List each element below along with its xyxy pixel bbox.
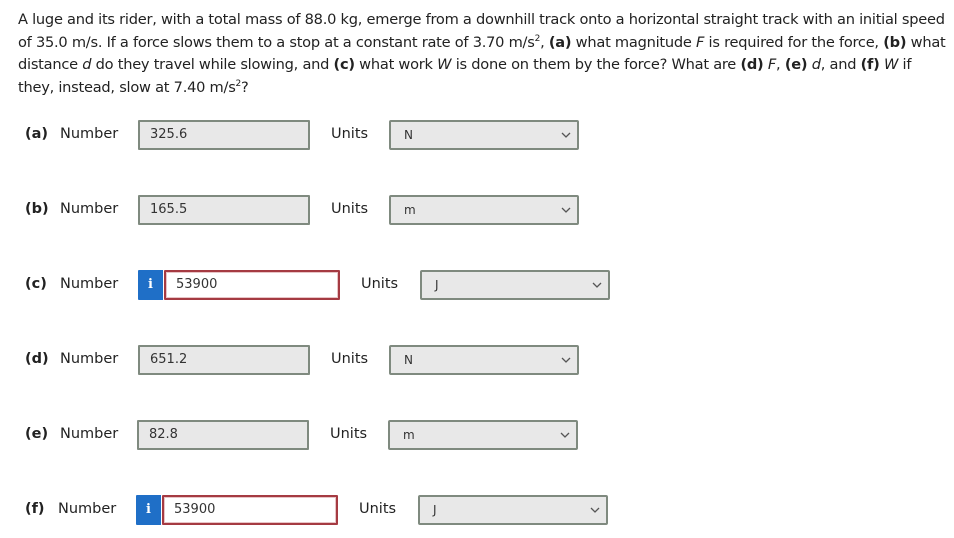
- units-select[interactable]: m: [388, 420, 578, 450]
- units-label: Units: [361, 276, 399, 292]
- number-input[interactable]: 53900: [164, 270, 340, 300]
- problem-text: ?: [241, 78, 249, 96]
- part-tag-f: (f): [860, 56, 880, 73]
- number-label: Number: [60, 201, 119, 217]
- units-select[interactable]: J: [418, 495, 608, 525]
- part-label: (f): [25, 501, 45, 517]
- selected-unit: m: [403, 428, 415, 442]
- units-select[interactable]: J: [420, 270, 610, 300]
- problem-text: ,: [540, 33, 549, 51]
- selected-unit: J: [435, 278, 439, 292]
- number-label: Number: [60, 351, 119, 367]
- number-input[interactable]: 325.6: [138, 120, 310, 150]
- chevron-down-icon: [592, 282, 602, 288]
- problem-text: do they travel while slowing, and: [91, 56, 334, 73]
- variable-F: F: [696, 33, 705, 51]
- chevron-down-icon: [560, 432, 570, 438]
- selected-unit: J: [433, 503, 437, 517]
- units-label: Units: [331, 126, 369, 142]
- part-tag-e: (e): [784, 56, 808, 73]
- units-select[interactable]: m: [389, 195, 579, 225]
- variable-d: d: [811, 56, 821, 73]
- units-select[interactable]: N: [389, 345, 579, 375]
- variable-W: W: [437, 56, 452, 73]
- answer-row-f: (f) Number i 53900 Units J: [0, 493, 954, 527]
- chevron-down-icon: [561, 132, 571, 138]
- selected-unit: N: [404, 128, 413, 142]
- units-label: Units: [359, 501, 397, 517]
- number-label: Number: [60, 276, 119, 292]
- variable-d: d: [82, 56, 92, 73]
- units-label: Units: [331, 351, 369, 367]
- part-label: (e): [25, 426, 49, 442]
- number-input[interactable]: 82.8: [137, 420, 309, 450]
- problem-text: ,: [776, 56, 785, 73]
- number-label: Number: [60, 126, 119, 142]
- info-icon[interactable]: i: [138, 270, 163, 300]
- problem-text: , and: [820, 56, 861, 73]
- part-tag-b: (b): [883, 33, 907, 51]
- variable-W: W: [883, 56, 899, 73]
- problem-text: is done on them by the force? What are: [451, 56, 741, 73]
- part-label: (b): [25, 201, 49, 217]
- answer-row-c: (c) Number i 53900 Units J: [0, 268, 954, 302]
- number-input[interactable]: 651.2: [138, 345, 310, 375]
- chevron-down-icon: [590, 507, 600, 513]
- units-select[interactable]: N: [389, 120, 579, 150]
- problem-statement: A luge and its rider, with a total mass …: [18, 9, 948, 99]
- part-label: (d): [25, 351, 49, 367]
- part-label: (c): [25, 276, 47, 292]
- part-tag-d: (d): [740, 56, 764, 73]
- number-label: Number: [58, 501, 117, 517]
- number-input[interactable]: 53900: [162, 495, 338, 525]
- number-input[interactable]: 165.5: [138, 195, 310, 225]
- chevron-down-icon: [561, 357, 571, 363]
- selected-unit: m: [404, 203, 416, 217]
- answer-row-b: (b) Number 165.5 Units m: [0, 193, 954, 227]
- answer-row-a: (a) Number 325.6 Units N: [0, 118, 954, 152]
- units-label: Units: [331, 201, 369, 217]
- part-tag-c: (c): [333, 56, 356, 73]
- answer-row-e: (e) Number 82.8 Units m: [0, 418, 954, 452]
- selected-unit: N: [404, 353, 413, 367]
- units-label: Units: [330, 426, 368, 442]
- problem-text: what work: [354, 56, 438, 73]
- problem-text: what magnitude: [571, 33, 697, 51]
- part-tag-a: (a): [548, 33, 572, 51]
- part-label: (a): [25, 126, 49, 142]
- chevron-down-icon: [561, 207, 571, 213]
- variable-F: F: [767, 56, 777, 73]
- problem-text: is required for the force,: [704, 33, 884, 51]
- answer-row-d: (d) Number 651.2 Units N: [0, 343, 954, 377]
- number-label: Number: [60, 426, 119, 442]
- info-icon[interactable]: i: [136, 495, 161, 525]
